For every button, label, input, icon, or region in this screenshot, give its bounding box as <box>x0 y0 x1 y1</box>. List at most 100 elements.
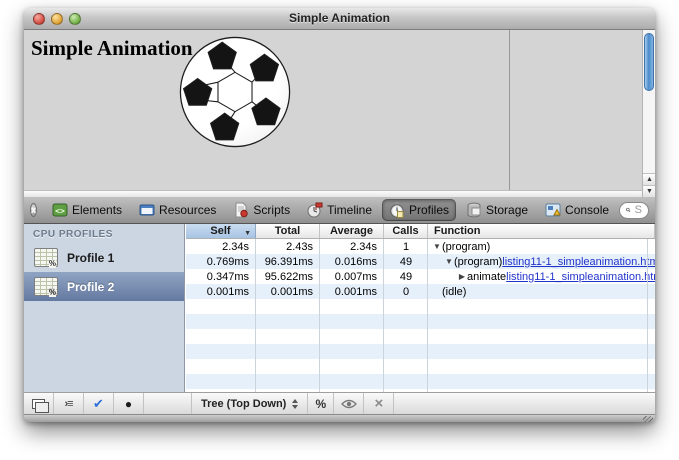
vertical-scrollbar[interactable]: ▲ ▼ <box>642 30 655 197</box>
tab-timeline[interactable]: Timeline <box>300 199 379 221</box>
function-name: animate <box>467 271 506 283</box>
timeline-icon <box>307 202 323 218</box>
cell-average: 0.007ms <box>320 271 384 283</box>
window-bottom-edge <box>24 414 655 422</box>
tab-profiles[interactable]: Profiles <box>382 199 456 221</box>
expand-arrow-icon[interactable]: ▼ <box>444 257 454 266</box>
column-divider[interactable] <box>255 239 256 392</box>
popup-arrows-icon <box>292 399 298 409</box>
sidebar-item-label: Profile 1 <box>67 251 114 265</box>
storage-icon <box>466 202 482 218</box>
column-divider[interactable] <box>319 239 320 392</box>
column-divider[interactable] <box>427 239 428 392</box>
search-field[interactable] <box>619 202 649 219</box>
scroll-up-button[interactable]: ▲ <box>643 173 655 185</box>
cell-function: ▼ (program) listing11-1_simpleanimation.… <box>428 256 655 268</box>
focus-function-button[interactable] <box>334 393 364 414</box>
source-link[interactable]: listing11-1_simpleanimation.html:43 <box>506 271 655 283</box>
column-header-calls[interactable]: Calls <box>384 224 428 238</box>
tab-label: Scripts <box>253 203 290 217</box>
horizontal-scrollbar[interactable] <box>24 190 642 197</box>
cell-total: 2.43s <box>256 241 320 253</box>
column-header-total[interactable]: Total <box>256 224 320 238</box>
console-prompt-icon: ›≡ <box>64 398 72 410</box>
column-header-self[interactable]: Self ▼ <box>186 224 256 238</box>
column-label: Self <box>210 225 230 237</box>
record-profile-button[interactable]: ● <box>114 393 144 414</box>
profiles-panel: CPU PROFILES % Profile 1 % Profile 2 Sel… <box>24 224 655 392</box>
tab-storage[interactable]: Storage <box>459 199 535 221</box>
sidebar-item-profile-1[interactable]: % Profile 1 <box>24 243 184 272</box>
tab-resources[interactable]: Resources <box>132 199 223 221</box>
dock-icon <box>32 399 45 409</box>
cell-average: 0.001ms <box>320 286 384 298</box>
column-header-function[interactable]: Function <box>428 224 655 238</box>
title-bar: Simple Animation <box>24 8 655 30</box>
expand-arrow-icon[interactable]: ▶ <box>457 272 467 281</box>
tab-elements[interactable]: <> Elements <box>45 199 129 221</box>
cell-total: 0.001ms <box>256 286 320 298</box>
cell-self: 2.34s <box>186 241 256 253</box>
table-row[interactable]: 0.347ms 95.622ms 0.007ms 49 ▶ animate li… <box>186 269 655 284</box>
inspector-toolbar: x <> Elements Resources Scripts Timeline… <box>24 197 655 224</box>
scrollbar-thumb[interactable] <box>644 33 654 91</box>
column-label: Average <box>330 225 373 237</box>
cell-self: 0.769ms <box>186 256 256 268</box>
show-console-button[interactable]: ›≡ <box>54 393 84 414</box>
percent-toggle-button[interactable]: % <box>308 393 334 414</box>
column-label: Function <box>434 225 480 237</box>
checkmark-icon: ✔ <box>93 396 104 412</box>
column-header-average[interactable]: Average <box>320 224 384 238</box>
elements-icon: <> <box>52 202 68 218</box>
search-icon <box>626 205 631 215</box>
tab-label: Timeline <box>327 203 372 217</box>
zoom-window-button[interactable] <box>69 13 81 25</box>
x-icon: × <box>374 395 383 412</box>
scrollbar-arrows: ▲ ▼ <box>643 173 655 197</box>
toggle-selected-button[interactable]: ✔ <box>84 393 114 414</box>
cell-function: ▶ animate listing11-1_simpleanimation.ht… <box>428 271 655 283</box>
column-label: Total <box>275 225 300 237</box>
grid-header-row: Self ▼ Total Average Calls Function <box>186 224 655 239</box>
cell-calls: 0 <box>384 286 428 298</box>
tab-console[interactable]: Console <box>538 199 616 221</box>
minimize-window-button[interactable] <box>51 13 63 25</box>
profile-data-grid: Self ▼ Total Average Calls Function 2.3 <box>186 224 655 392</box>
tab-label: Resources <box>159 203 216 217</box>
source-link[interactable]: listing11-1_simpleanimation.html:1 <box>502 256 655 268</box>
screenshot-stage: Simple Animation Simple Animation <box>0 0 679 460</box>
column-divider[interactable] <box>383 239 384 392</box>
tree-mode-select[interactable]: Tree (Top Down) <box>192 393 308 414</box>
profile-icon: % <box>34 248 58 267</box>
grid-body: 2.34s 2.43s 2.34s 1 ▼ (program) 0.769ms … <box>186 239 655 392</box>
scripts-icon <box>233 202 249 218</box>
table-row[interactable]: 0.001ms 0.001ms 0.001ms 0 (idle) <box>186 284 655 299</box>
table-row[interactable]: 2.34s 2.43s 2.34s 1 ▼ (program) <box>186 239 655 254</box>
cell-self: 0.001ms <box>186 286 256 298</box>
profile-icon: % <box>34 277 58 296</box>
search-input[interactable] <box>635 204 642 216</box>
sidebar-item-profile-2[interactable]: % Profile 2 <box>24 272 184 301</box>
expand-arrow-icon[interactable]: ▼ <box>432 242 442 251</box>
frame-divider <box>509 30 510 197</box>
dock-to-bottom-button[interactable] <box>24 393 54 414</box>
resize-grip[interactable] <box>643 416 653 422</box>
table-row[interactable]: 0.769ms 96.391ms 0.016ms 49 ▼ (program) … <box>186 254 655 269</box>
column-label: Calls <box>392 225 418 237</box>
svg-text:<>: <> <box>55 207 65 216</box>
inspector-window: Simple Animation Simple Animation <box>24 8 655 422</box>
tab-label: Profiles <box>409 203 449 217</box>
soccer-ball-image <box>176 33 294 151</box>
cell-calls: 49 <box>384 271 428 283</box>
close-window-button[interactable] <box>33 13 45 25</box>
scroll-down-button[interactable]: ▼ <box>643 185 655 197</box>
resources-icon <box>139 202 155 218</box>
cell-total: 95.622ms <box>256 271 320 283</box>
exclude-function-button[interactable]: × <box>364 393 394 414</box>
profiles-sidebar: CPU PROFILES % Profile 1 % Profile 2 <box>24 224 185 392</box>
tab-label: Console <box>565 203 609 217</box>
inspector-statusbar: ›≡ ✔ ● Tree (Top Down) % × <box>24 392 655 414</box>
tab-scripts[interactable]: Scripts <box>226 199 297 221</box>
column-divider <box>647 239 648 392</box>
close-inspector-button[interactable]: x <box>30 203 37 217</box>
